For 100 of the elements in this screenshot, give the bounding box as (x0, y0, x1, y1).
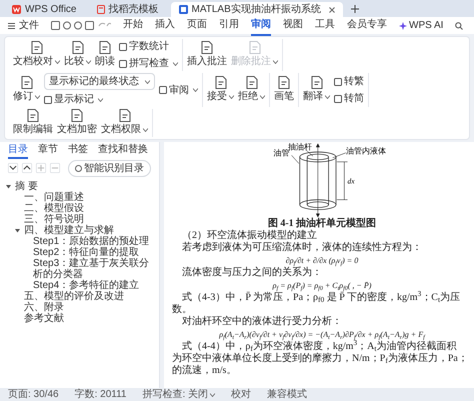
document-icon (310, 76, 322, 89)
sparkle-icon (399, 22, 407, 30)
tab-label: WPS Office (25, 3, 76, 17)
tab-label: MATLAB实现抽油杆振动系统 (192, 2, 321, 17)
file-menu[interactable]: 文件 (8, 18, 39, 33)
ribbon-button[interactable]: 转繁 (334, 74, 364, 89)
menu-tab[interactable]: 插入 (155, 15, 175, 36)
ribbon-button[interactable]: 字数统计 (119, 39, 178, 54)
status-item[interactable]: 兼容模式 (267, 387, 308, 401)
markup-dropdown[interactable]: 显示标记的最终状态 (44, 73, 155, 90)
toc-item[interactable]: Step1：原始数据的预处理 (33, 236, 150, 247)
panel-tab[interactable]: 查找和替换 (98, 142, 148, 159)
toc-item[interactable]: 二、模型假设 (24, 203, 84, 214)
ribbon-button[interactable]: 插入批注 (187, 41, 227, 69)
toc-item[interactable]: 一、问题重述 (24, 192, 84, 203)
toc-item[interactable]: Step2：特征向量的提取 (33, 247, 140, 258)
paragraph-line: 数。 (172, 304, 193, 316)
ribbon-button[interactable]: 限制编辑 (13, 109, 53, 137)
document-icon (278, 76, 290, 89)
ribbon-button[interactable]: 比较 (64, 41, 91, 69)
smart-toc-button[interactable]: 智能识别目录 (68, 160, 151, 176)
ribbon-button[interactable]: 审阅 (159, 82, 198, 98)
expanded-icon[interactable] (15, 228, 20, 233)
ribbon-button[interactable]: 修订 (13, 76, 40, 104)
document-icon (20, 76, 32, 89)
ribbon-button[interactable]: 拼写检查 (119, 56, 178, 71)
paragraph-line: 式（4-3）中，P̄ 为常压，Pa；ρ$_{f0}$ 是 P̄ 下的密度，kg/m$^{3}$；C$_{t}$为压 (182, 292, 462, 304)
ribbon-button[interactable]: 画笔 (274, 76, 294, 104)
toc-item[interactable]: 三、符号说明 (24, 214, 84, 225)
toc-item[interactable]: Step4：参考特征的建立 (33, 280, 140, 291)
tab[interactable]: 找稻壳模板 (88, 2, 166, 17)
expand-icon[interactable] (8, 163, 18, 173)
document-icon (201, 41, 213, 54)
ribbon-button[interactable]: 拒绝 (238, 76, 265, 104)
toc-item[interactable]: 摘 要 (15, 181, 38, 192)
paragraph-line: 为环空中液体单位长度上受到的摩擦力，N/m；P$_{f}$为液体压力，Pa； (172, 353, 469, 365)
toc-item[interactable]: 六、附录 (24, 302, 64, 313)
figure-caption: 图 4-1 抽油杆单元模型图 (268, 218, 376, 230)
document-icon (99, 41, 111, 54)
ribbon-button[interactable]: 翻译 (303, 76, 330, 104)
ribbon-button[interactable]: 文档权限 (101, 109, 148, 137)
tab[interactable]: MATLAB实现抽油杆振动系统 (170, 2, 343, 17)
close-icon[interactable] (328, 6, 335, 12)
panel-tab[interactable]: 目录 (8, 142, 28, 159)
document-icon (71, 109, 83, 122)
square-icon (159, 86, 167, 94)
leader-line (306, 150, 314, 156)
ribbon-button[interactable]: 转简 (334, 91, 364, 106)
ribbon-button[interactable]: 朗读 (95, 41, 115, 69)
toc-item[interactable]: Step3：建立基于灰关联分析的分类器 (33, 258, 159, 280)
menu-tab[interactable]: 开始 (123, 15, 143, 36)
menu-tab[interactable]: 引用 (219, 15, 239, 36)
document-icon (246, 76, 258, 89)
menu-tab[interactable]: 会员专享 (347, 15, 387, 36)
menu-tab[interactable]: 视图 (283, 15, 303, 36)
ai-button[interactable]: WPS AI (399, 18, 444, 33)
document-icon (27, 109, 39, 122)
toc-item[interactable]: 四、模型建立与求解 (24, 225, 114, 236)
menu-icon (8, 22, 15, 28)
document-icon (178, 5, 188, 14)
paragraph-line: （2）环空流体振动模型的建立 (181, 230, 318, 242)
ribbon-button[interactable]: 文档校对 (13, 41, 60, 69)
paragraph-line: 对油杆环空中的液体进行受力分析： (181, 316, 343, 328)
equation: ∂ρ$_{f}$/∂t + ∂/∂x (ρ$_{f}$v$_{f}$) = 0 (286, 255, 358, 266)
square-icon (334, 94, 342, 102)
menu-tab[interactable]: 工具 (315, 15, 335, 36)
panel-tab[interactable]: 书签 (68, 142, 88, 159)
status-item[interactable]: 页面: 30/46 (8, 387, 59, 401)
pipe-drawing (299, 152, 336, 210)
paragraph-line: 若考虑到液体为可压缩流体时，液体的连续性方程为： (181, 242, 423, 254)
ribbon-button[interactable]: 显示标记 (44, 92, 155, 107)
document-icon (118, 109, 130, 122)
square-icon (334, 78, 342, 86)
square-icon (44, 96, 52, 104)
tab[interactable]: WPS Office (4, 2, 84, 17)
figure-label: 油管内液体 (346, 146, 386, 156)
dimension-line (336, 162, 348, 200)
tab-label: 找稻壳模板 (108, 2, 158, 17)
collapse-icon[interactable] (22, 163, 32, 173)
status-item[interactable]: 字数: 20111 (74, 387, 126, 401)
expanded-icon[interactable] (6, 184, 11, 189)
ribbon-button[interactable]: 接受 (207, 76, 234, 104)
figure-label: dx (348, 176, 355, 186)
figure-label: 油管 (273, 147, 290, 158)
status-item[interactable]: 拼写检查: 关闭 (142, 387, 216, 401)
ribbon-button[interactable]: 文档加密 (57, 109, 97, 137)
toc-item[interactable]: 参考文献 (24, 313, 64, 324)
plus-icon[interactable] (350, 5, 359, 13)
menu-tab[interactable]: 页面 (187, 15, 207, 36)
paragraph-line: 的流速，m/s。 (172, 365, 238, 377)
toolbar-icons-drawing[interactable] (51, 21, 111, 30)
search-icon[interactable] (455, 22, 464, 30)
document-icon (248, 41, 260, 54)
equation: ρ$_{f}$(A$_{t}$−A$_{r}$)(∂v$_{f}$/∂t + v$_{f}$∂v$_{f}$/∂x) = −(A$_{t}$−A$_{r}$)∂P$_{f}$/∂x + ρ$_{f}$(A$_{t}$−A$_{r}$)g + F$_{f}$ (219, 329, 425, 340)
circle-icon (75, 164, 82, 172)
document-icon (96, 5, 104, 14)
panel-tab[interactable]: 章节 (38, 142, 58, 159)
toc-item[interactable]: 五、模型的评价及改进 (24, 291, 124, 302)
logo-icon (12, 5, 21, 14)
status-item[interactable]: 校对 (231, 387, 252, 401)
